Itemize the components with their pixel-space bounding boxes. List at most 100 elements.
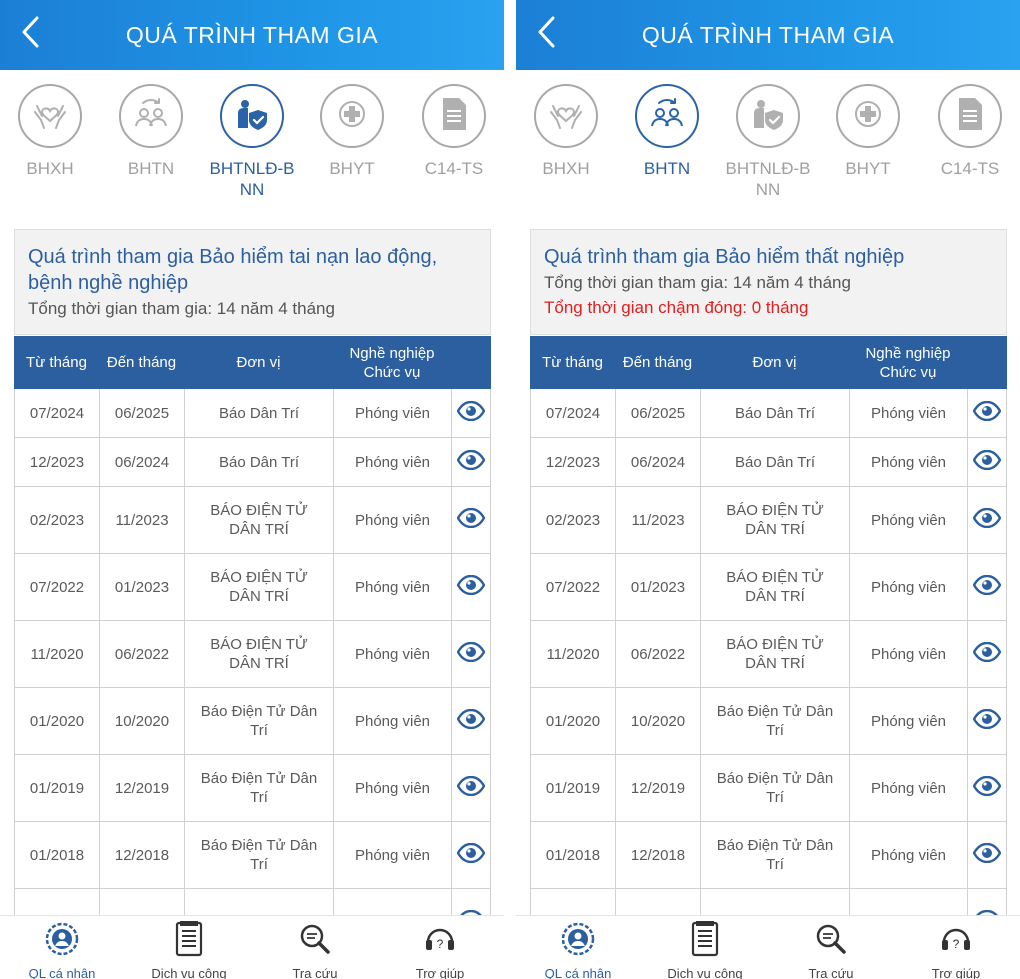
table-row: 12/2023 06/2024 Báo Dân Trí Phóng viên: [530, 438, 1007, 487]
eye-icon: [456, 708, 486, 734]
cell-unit: BÁO ĐIỆN TỬ DÂN TRÍ: [700, 487, 849, 553]
cell-unit: Báo Điện Tử Dân Trí: [700, 755, 849, 821]
nav-label: Trợ giúp: [931, 966, 981, 979]
view-detail-button[interactable]: [451, 389, 491, 437]
tab-bhxh[interactable]: BHXH: [518, 84, 614, 179]
table-row: 01/2018 12/2018 Báo Điện Tử Dân Trí Phóng v…: [14, 822, 491, 889]
tab-bhyt[interactable]: BHYT: [304, 84, 400, 179]
nav-label: Dịch vụ công: [667, 966, 743, 979]
tab-icon-circle: [320, 84, 384, 148]
header-from-month: Từ tháng: [542, 354, 603, 371]
header-to-month: Đến tháng: [622, 354, 693, 371]
cell-unit: Báo Điện Tử Dân Trí: [184, 688, 333, 754]
header-unit: Đơn vị: [752, 354, 797, 371]
table-row: 07/2024 06/2025 Báo Dân Trí Phóng viên: [530, 389, 1007, 438]
table-header: Từ tháng Đến tháng Đơn vị Nghề nghiệp Chức …: [530, 336, 1007, 389]
cell-from-month: 07/2024: [530, 389, 615, 437]
view-detail-button[interactable]: [451, 554, 491, 620]
nav-item-public-service[interactable]: Dịch vụ công: [650, 920, 760, 979]
top-app-bar: QUÁ TRÌNH THAM GIA: [0, 0, 504, 70]
view-detail-button[interactable]: [967, 822, 1007, 888]
view-detail-button[interactable]: [967, 389, 1007, 437]
table-row: 01/2020 10/2020 Báo Điện Tử Dân Trí Phóng v…: [14, 688, 491, 755]
cell-unit: BÁO ĐIỆN TỬ DÂN TRÍ: [700, 554, 849, 620]
view-detail-button[interactable]: [451, 688, 491, 754]
tab-bhtn[interactable]: BHTN: [619, 84, 715, 179]
cell-job-position: Phóng viên: [333, 688, 451, 754]
worker-shield-icon: [748, 94, 788, 139]
back-button[interactable]: [530, 14, 562, 54]
lookup-icon: [295, 920, 335, 958]
view-detail-button[interactable]: [967, 438, 1007, 486]
tab-bhxh[interactable]: BHXH: [2, 84, 98, 179]
document-icon: [950, 94, 990, 139]
tab-c14-ts[interactable]: C14-TS: [922, 84, 1018, 179]
view-detail-button[interactable]: [451, 621, 491, 687]
summary-title: Quá trình tham gia Bảo hiểm thất nghiệp: [544, 246, 905, 268]
cell-from-month: 07/2022: [530, 554, 615, 620]
cell-from-month: 01/2018: [14, 822, 99, 888]
tab-label: BHYT: [329, 159, 375, 178]
nav-item-personal[interactable]: QL cá nhân: [7, 920, 117, 979]
nav-item-lookup[interactable]: Tra cứu: [776, 920, 886, 979]
tab-icon-circle: [534, 84, 598, 148]
nav-item-lookup[interactable]: Tra cứu: [260, 920, 370, 979]
nav-label: QL cá nhân: [28, 966, 96, 979]
nav-item-personal[interactable]: QL cá nhân: [523, 920, 633, 979]
tab-icon-circle: [736, 84, 800, 148]
cell-job-position: Phóng viên: [333, 621, 451, 687]
cell-from-month: 12/2023: [14, 438, 99, 486]
tab-label: BHXH: [26, 159, 74, 178]
back-button[interactable]: [14, 14, 46, 54]
tab-label: BHYT: [845, 159, 891, 178]
view-detail-button[interactable]: [451, 822, 491, 888]
cell-unit: Báo Điện Tử Dân Trí: [700, 688, 849, 754]
cell-job-position: Phóng viên: [333, 554, 451, 620]
table-row: 11/2020 06/2022 BÁO ĐIỆN TỬ DÂN TRÍ Phóng v…: [14, 621, 491, 688]
top-app-bar: QUÁ TRÌNH THAM GIA: [516, 0, 1020, 70]
tab-bhtnl-bnn[interactable]: BHTNLĐ-BNN: [720, 84, 816, 200]
header-action: [451, 336, 491, 389]
cell-from-month: 01/2019: [14, 755, 99, 821]
cell-job-position: Phóng viên: [333, 755, 451, 821]
tab-bhyt[interactable]: BHYT: [820, 84, 916, 179]
personal-management-icon: [42, 920, 82, 958]
tab-icon-circle: [836, 84, 900, 148]
eye-icon: [456, 449, 486, 475]
eye-icon: [456, 574, 486, 600]
nav-item-help[interactable]: ? Trợ giúp: [385, 920, 495, 979]
lookup-icon: [811, 920, 851, 958]
header-from-month: Từ tháng: [26, 354, 87, 371]
nav-item-public-service[interactable]: Dịch vụ công: [134, 920, 244, 979]
cell-unit: BÁO ĐIỆN TỬ DÂN TRÍ: [184, 487, 333, 553]
tab-bhtn[interactable]: BHTN: [103, 84, 199, 179]
eye-icon: [972, 400, 1002, 426]
tab-icon-circle: [220, 84, 284, 148]
tab-label: BHTN: [643, 159, 691, 178]
eye-icon: [456, 400, 486, 426]
header-job-position: Nghề nghiệp Chức vụ: [865, 344, 951, 381]
nav-label: Tra cứu: [808, 966, 854, 979]
page-title: QUÁ TRÌNH THAM GIA: [125, 21, 379, 48]
panel-divider: [504, 0, 516, 979]
tab-icon-circle: [938, 84, 1002, 148]
nav-item-help[interactable]: ? Trợ giúp: [901, 920, 1011, 979]
personal-management-icon: [558, 920, 598, 958]
tab-icon-circle: [422, 84, 486, 148]
view-detail-button[interactable]: [967, 554, 1007, 620]
view-detail-button[interactable]: [451, 487, 491, 553]
view-detail-button[interactable]: [967, 688, 1007, 754]
view-detail-button[interactable]: [451, 755, 491, 821]
cell-to-month: 06/2022: [99, 621, 184, 687]
view-detail-button[interactable]: [451, 438, 491, 486]
public-service-icon: [685, 920, 725, 958]
view-detail-button[interactable]: [967, 487, 1007, 553]
table-row: 07/2022 01/2023 BÁO ĐIỆN TỬ DÂN TRÍ Phóng v…: [530, 554, 1007, 621]
view-detail-button[interactable]: [967, 755, 1007, 821]
header-job-position: Nghề nghiệp Chức vụ: [349, 344, 435, 381]
eye-icon: [456, 775, 486, 801]
view-detail-button[interactable]: [967, 621, 1007, 687]
tab-c14-ts[interactable]: C14-TS: [406, 84, 502, 179]
tab-bhtnl-bnn[interactable]: BHTNLĐ-BNN: [204, 84, 300, 200]
participation-table: Từ tháng Đến tháng Đơn vị Nghề nghiệp Chức …: [14, 336, 491, 956]
